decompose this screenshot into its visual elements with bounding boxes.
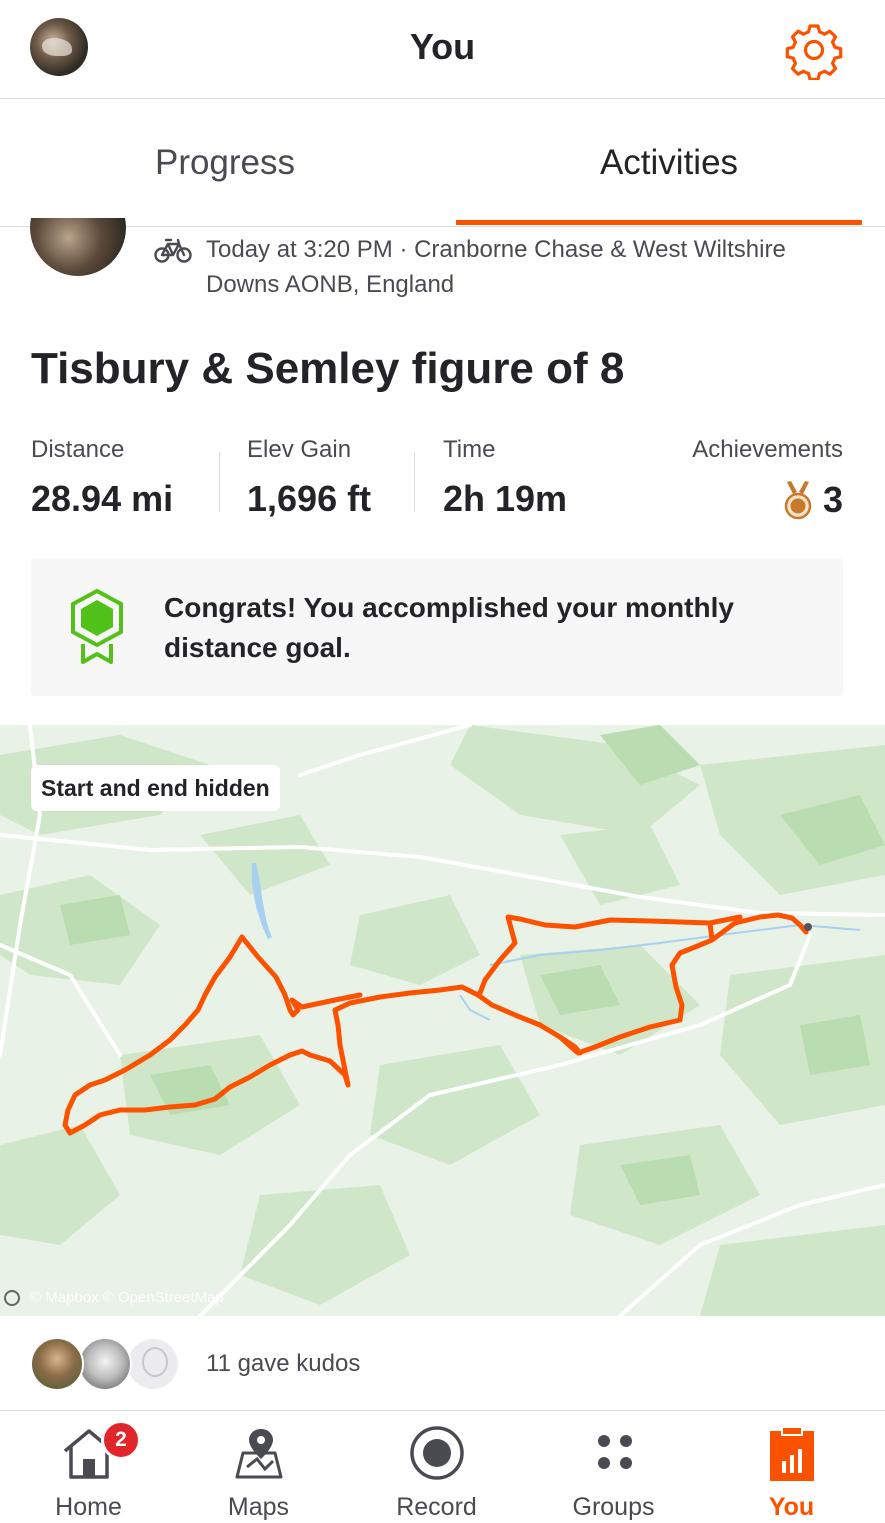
stat-label: Achievements — [692, 436, 843, 463]
kudos-avatar — [30, 1337, 84, 1391]
nav-label: Record — [396, 1493, 477, 1521]
stat-time: Time 2h 19m — [443, 436, 567, 520]
stat-value: 28.94 mi — [31, 478, 174, 519]
kudos-row[interactable]: 11 gave kudos — [0, 1317, 885, 1411]
nav-label: Maps — [227, 1493, 290, 1521]
bike-icon — [154, 238, 192, 263]
nav-groups[interactable]: Groups — [525, 1411, 702, 1523]
tab-bar: Progress Activities — [0, 100, 885, 227]
kudos-avatar — [78, 1337, 132, 1391]
start-end-hidden-label: Start and end hidden — [31, 765, 280, 811]
goal-badge-icon — [71, 588, 123, 664]
stat-distance: Distance 28.94 mi — [31, 436, 173, 520]
you-icon — [769, 1426, 814, 1481]
nav-label: Groups — [572, 1493, 655, 1521]
record-icon — [409, 1426, 464, 1480]
map-attribution-text[interactable]: © Mapbox © OpenStreetMap — [30, 1289, 224, 1306]
stat-label: Distance — [31, 436, 125, 463]
athlete-avatar[interactable] — [30, 218, 126, 276]
stat-divider — [219, 452, 220, 512]
stat-label: Time — [443, 436, 496, 463]
activity-map[interactable]: Start and end hidden © Mapbox © OpenStre… — [0, 725, 885, 1316]
kudos-count: 11 gave kudos — [206, 1350, 361, 1377]
stat-elev-gain: Elev Gain 1,696 ft — [247, 436, 371, 520]
groups-icon — [597, 1435, 632, 1469]
medal-icon — [784, 481, 812, 520]
tab-progress[interactable]: Progress — [4, 100, 446, 226]
bottom-navigation: 2 Home Maps Record Groups You — [0, 1411, 885, 1523]
stat-achievements[interactable]: Achievements 3 — [692, 436, 843, 522]
map-attribution: © Mapbox © OpenStreetMap — [4, 1289, 224, 1306]
settings-gear-icon[interactable] — [784, 20, 844, 80]
active-tab-indicator — [456, 220, 862, 225]
stat-value: 1,696 ft — [247, 478, 372, 519]
maps-icon — [235, 1429, 282, 1479]
activity-title[interactable]: Tisbury & Semley figure of 8 — [31, 344, 624, 394]
stat-label: Elev Gain — [247, 436, 352, 463]
nav-home[interactable]: 2 Home — [0, 1411, 177, 1523]
stat-divider — [414, 452, 415, 512]
goal-message: Congrats! You accomplished your monthly … — [164, 592, 734, 663]
nav-maps[interactable]: Maps — [170, 1411, 347, 1523]
nav-label: Home — [55, 1493, 122, 1521]
top-header: You — [0, 0, 885, 99]
mapbox-logo-icon — [4, 1289, 20, 1306]
notification-badge: 2 — [101, 1420, 141, 1460]
goal-congrats-card[interactable]: Congrats! You accomplished your monthly … — [31, 558, 843, 696]
map-terrain — [0, 725, 885, 1316]
nav-you[interactable]: You — [703, 1411, 880, 1523]
achievement-count: 3 — [822, 479, 843, 520]
kudos-avatar-placeholder — [126, 1337, 180, 1391]
nav-label: You — [768, 1493, 815, 1521]
nav-record[interactable]: Record — [348, 1411, 525, 1523]
tab-activities[interactable]: Activities — [448, 100, 885, 226]
stat-value: 2h 19m — [443, 478, 568, 519]
activity-date-location: Today at 3:20 PM · Cranborne Chase & Wes… — [206, 236, 786, 298]
page-title: You — [409, 26, 476, 67]
